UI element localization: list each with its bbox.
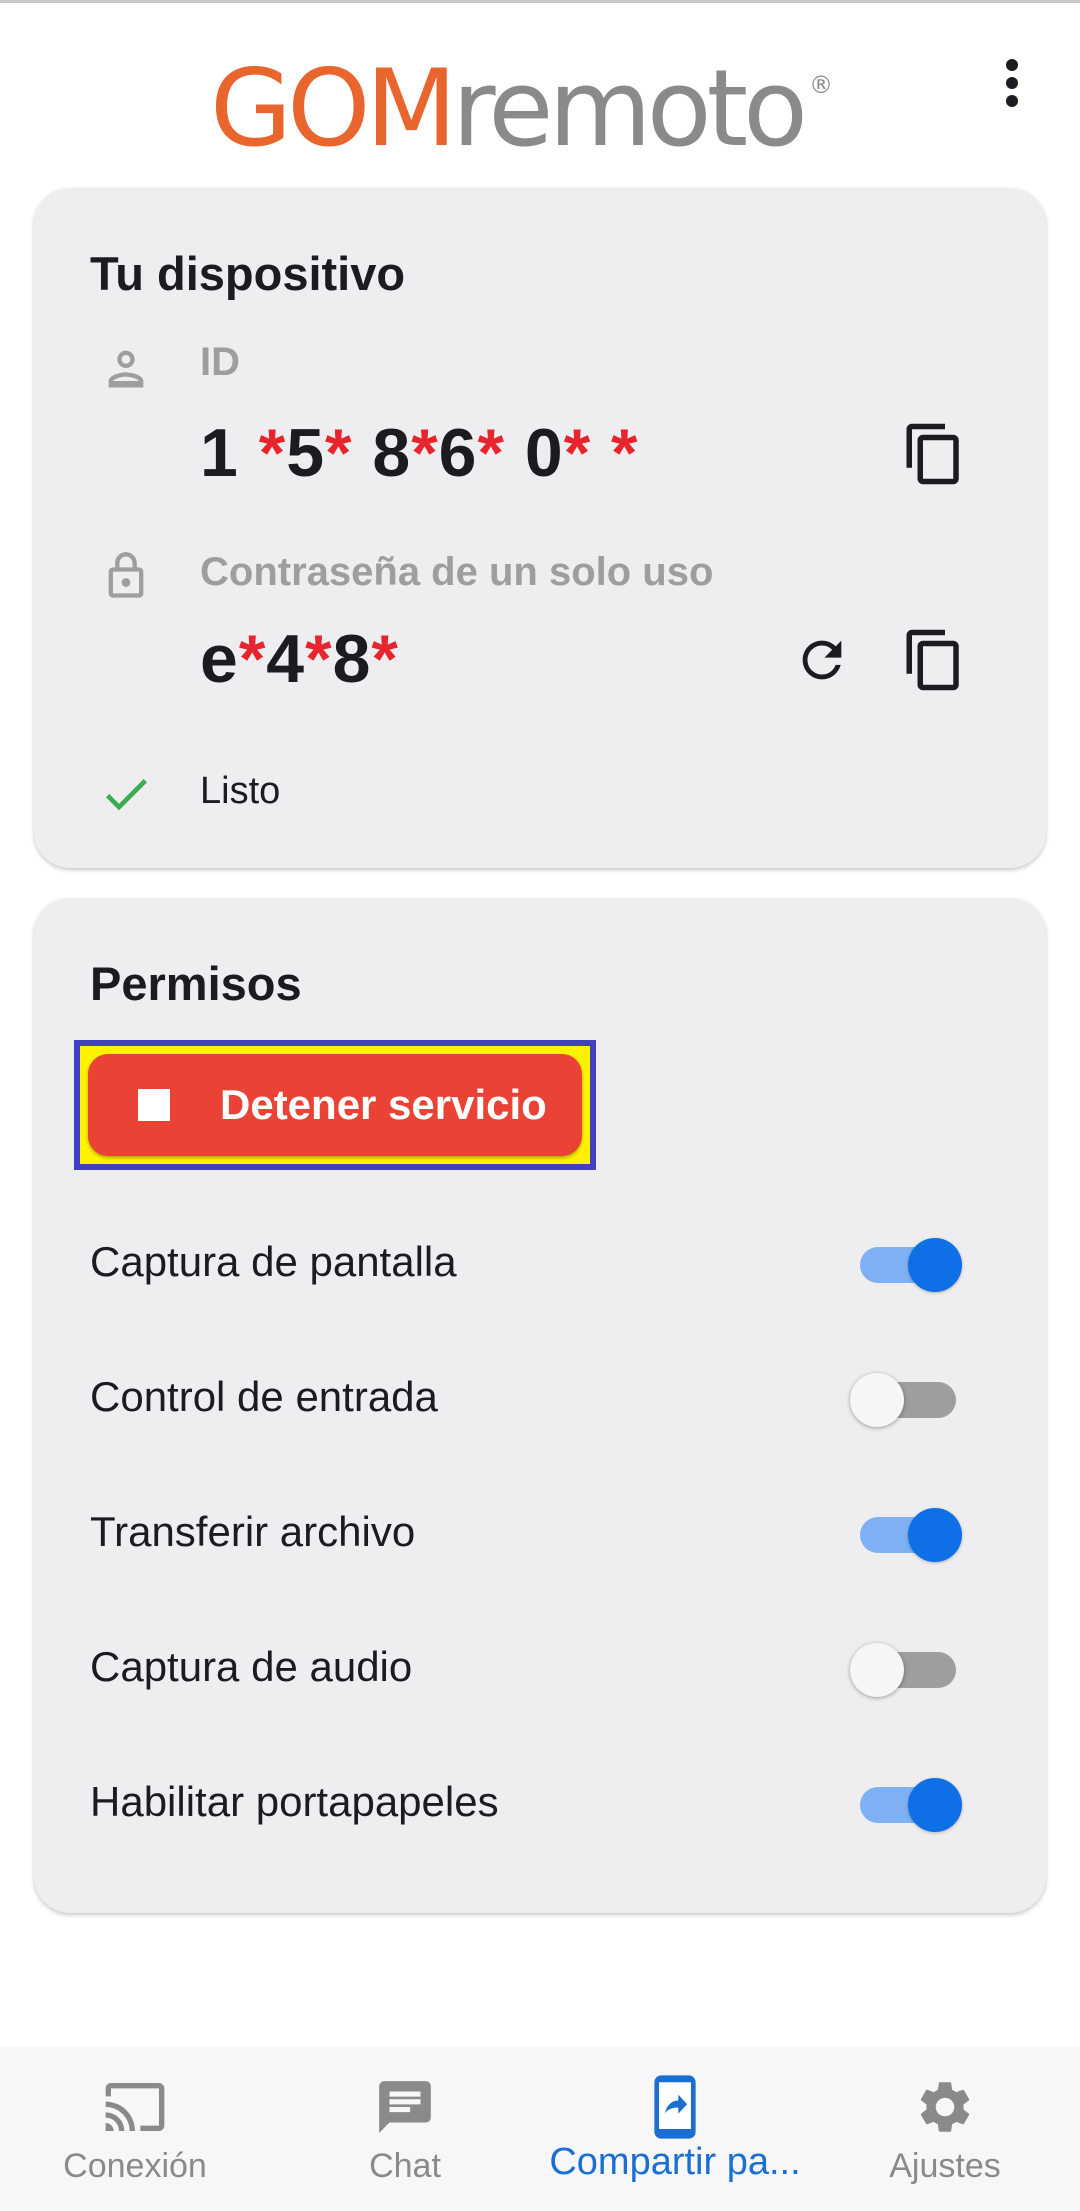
refresh-password-button[interactable] <box>782 620 862 700</box>
id-label: ID <box>200 340 240 384</box>
nav-item-chat[interactable]: Chat <box>270 2047 540 2211</box>
logo-remoto: remoto <box>452 47 808 170</box>
nav-label: Conexión <box>63 2147 207 2185</box>
device-id-mask-char: * <box>258 415 287 491</box>
clipboard-toggle[interactable] <box>850 1778 962 1832</box>
bottom-navigation: Conexión Chat Compartir pa... Ajustes <box>0 2047 1080 2211</box>
stop-service-highlight: Detener servicio <box>74 1040 596 1170</box>
refresh-icon <box>802 640 842 680</box>
device-id-char: 0 <box>504 415 564 491</box>
logo-registered-mark: ® <box>809 71 834 99</box>
device-id-mask-char: * <box>325 415 353 491</box>
more-vert-icon <box>1006 59 1018 107</box>
permission-label: Habilitar portapapeles <box>90 1778 499 1825</box>
permission-label: Captura de audio <box>90 1643 413 1690</box>
permission-row-file-transfer: Transferir archivo <box>34 1482 1046 1582</box>
stop-service-label: Detener servicio <box>220 1081 547 1128</box>
password-char: 4 <box>266 621 306 697</box>
permission-row-audio-capture: Captura de audio <box>34 1617 1046 1717</box>
logo-gom: GOM <box>210 47 457 170</box>
status-text: Listo <box>200 770 281 812</box>
device-id-mask-char: * * <box>563 415 639 491</box>
nav-label: Chat <box>369 2147 441 2185</box>
device-id-char: 1 <box>200 415 259 491</box>
permissions-card: Permisos Detener servicio Captura de pan… <box>34 898 1046 1913</box>
stop-icon <box>138 1089 170 1121</box>
copy-id-button[interactable] <box>894 414 974 494</box>
copy-icon <box>906 629 959 691</box>
more-options-button[interactable] <box>980 51 1044 115</box>
password-char: e <box>200 621 239 697</box>
device-id-mask-char: * <box>411 415 439 491</box>
switch-thumb <box>908 1238 962 1292</box>
file-transfer-toggle[interactable] <box>850 1508 962 1562</box>
device-id-char: 5 <box>286 415 326 491</box>
one-time-password-value: e*4*8* <box>200 620 399 698</box>
copy-password-button[interactable] <box>894 620 974 700</box>
cast-icon <box>103 2075 167 2139</box>
chat-icon <box>373 2075 437 2139</box>
nav-item-connection[interactable]: Conexión <box>0 2047 270 2211</box>
nav-label: Compartir pa... <box>549 2141 801 2183</box>
device-card-title: Tu dispositivo <box>90 247 406 300</box>
password-mask-char: * <box>238 621 267 697</box>
password-mask-char: * <box>371 621 399 697</box>
screen-capture-toggle[interactable] <box>850 1238 962 1292</box>
password-label: Contraseña de un solo uso <box>200 550 714 594</box>
stop-service-button[interactable]: Detener servicio <box>88 1054 582 1156</box>
permission-label: Transferir archivo <box>90 1508 416 1555</box>
share-screen-icon <box>643 2075 707 2139</box>
permission-row-clipboard: Habilitar portapapeles <box>34 1752 1046 1852</box>
password-mask-char: * <box>305 621 333 697</box>
lock-icon <box>96 546 156 606</box>
device-id-mask-char: * <box>477 415 505 491</box>
device-id-char: 6 <box>438 415 478 491</box>
app-logo: GOMremoto ® <box>210 25 890 169</box>
person-icon <box>96 338 156 398</box>
permissions-title: Permisos <box>90 957 302 1010</box>
nav-label: Ajustes <box>889 2147 1001 2185</box>
switch-thumb <box>908 1778 962 1832</box>
input-control-toggle[interactable] <box>850 1373 960 1427</box>
copy-icon <box>906 423 959 485</box>
permission-row-input-control: Control de entrada <box>34 1347 1046 1447</box>
audio-capture-toggle[interactable] <box>850 1643 960 1697</box>
permission-row-screen-capture: Captura de pantalla <box>34 1212 1046 1312</box>
gear-icon <box>913 2075 977 2139</box>
switch-thumb <box>850 1643 904 1697</box>
device-id-char: 8 <box>352 415 412 491</box>
app-bar: GOMremoto ® <box>0 3 1080 169</box>
nav-item-settings[interactable]: Ajustes <box>810 2047 1080 2211</box>
nav-item-share-screen[interactable]: Compartir pa... <box>540 2047 810 2211</box>
switch-thumb <box>850 1373 904 1427</box>
permission-label: Control de entrada <box>90 1373 438 1420</box>
switch-thumb <box>908 1508 962 1562</box>
permission-label: Captura de pantalla <box>90 1238 457 1285</box>
check-icon <box>96 764 156 824</box>
device-card: Tu dispositivo ID 1 *5* 8*6* 0* * Contra… <box>34 188 1046 868</box>
device-id-value: 1 *5* 8*6* 0* * <box>200 414 639 492</box>
password-char: 8 <box>332 621 372 697</box>
